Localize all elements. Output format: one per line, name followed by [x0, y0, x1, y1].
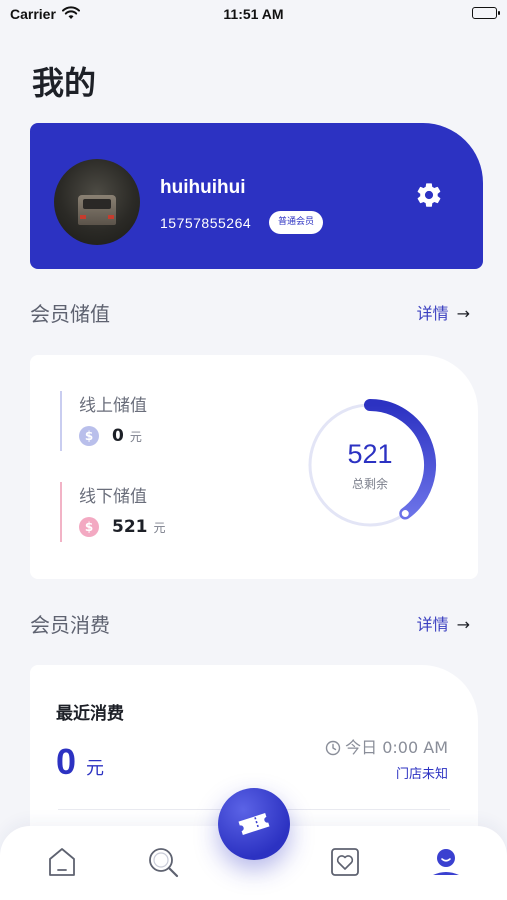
- offline-amount-unit: 元: [153, 521, 166, 535]
- search-icon[interactable]: [146, 845, 180, 879]
- phone-number: 15757855264: [160, 215, 252, 231]
- details-label: 详情: [416, 304, 449, 323]
- heart-icon[interactable]: [328, 845, 362, 879]
- battery-icon: [472, 7, 500, 19]
- online-amount-value: 0: [112, 426, 124, 446]
- ring-label: 总剩余: [351, 477, 388, 491]
- online-balance: 线上储值 $ 0元: [60, 391, 200, 451]
- consumption-header: 会员消费 详情 →: [30, 609, 470, 639]
- ticket-button[interactable]: [218, 788, 290, 860]
- avatar-photo: [78, 195, 116, 225]
- home-icon[interactable]: [45, 845, 79, 879]
- ring-value: 521: [347, 439, 393, 469]
- coin-icon: $: [79, 426, 99, 446]
- profile-card[interactable]: huihuihui 15757855264 普通会员: [30, 123, 483, 269]
- consumption-amount: 0元: [56, 741, 104, 783]
- balance-card: 线上储值 $ 0元 线下储值 $ 521 元 521 总剩余: [30, 355, 478, 579]
- offline-balance-amount: 521 元: [112, 517, 166, 537]
- balance-ring-chart: 521 总剩余: [300, 395, 440, 535]
- avatar[interactable]: [54, 159, 140, 245]
- consumption-details-link[interactable]: 详情 →: [417, 611, 470, 635]
- clock-time: 11:51 AM: [223, 6, 284, 22]
- coin-icon: $: [79, 517, 99, 537]
- consumption-amount-unit: 元: [86, 758, 105, 779]
- member-level-badge: 普通会员: [269, 211, 324, 234]
- username: huihuihui: [160, 177, 246, 198]
- arrow-right-icon: →: [456, 304, 470, 323]
- online-balance-amount: 0元: [112, 426, 142, 446]
- user-icon[interactable]: [429, 845, 463, 879]
- clock-icon: [325, 740, 341, 760]
- page-title: 我的: [32, 64, 97, 102]
- stored-value-header: 会员储值 详情 →: [30, 298, 470, 328]
- gear-icon[interactable]: [415, 181, 443, 209]
- arrow-right-icon: →: [456, 615, 470, 634]
- offline-amount-value: 521: [112, 517, 148, 537]
- consumption-amount-value: 0: [56, 741, 77, 782]
- ticket-icon: [238, 813, 270, 835]
- consumption-time-text: 今日 0:00 AM: [345, 738, 448, 757]
- stored-value-title: 会员储值: [30, 302, 110, 326]
- details-label: 详情: [416, 615, 449, 634]
- ring-progress-dot: [401, 510, 409, 518]
- consumption-time: 今日 0:00 AM: [325, 734, 448, 760]
- consumption-title: 会员消费: [30, 613, 110, 637]
- offline-balance-label: 线下储值: [79, 487, 147, 507]
- status-bar: Carrier 11:51 AM: [0, 0, 507, 28]
- online-amount-unit: 元: [129, 430, 142, 444]
- offline-balance: 线下储值 $ 521 元: [60, 482, 200, 542]
- stored-value-details-link[interactable]: 详情 →: [417, 300, 470, 324]
- online-balance-label: 线上储值: [79, 396, 147, 416]
- recent-consumption-title: 最近消费: [56, 704, 124, 724]
- consumption-store: 门店未知: [395, 767, 448, 782]
